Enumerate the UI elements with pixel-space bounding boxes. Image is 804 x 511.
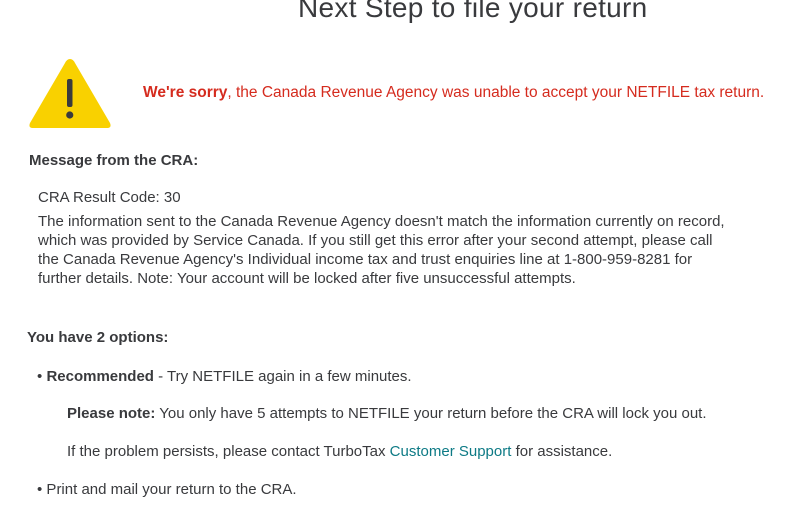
error-emphasis: We're sorry xyxy=(143,84,228,101)
persists-text-before: If the problem persists, please contact … xyxy=(67,443,390,460)
warning-icon xyxy=(29,59,111,128)
error-text: , the Canada Revenue Agency was unable t… xyxy=(227,84,765,101)
problem-persists-note: If the problem persists, please contact … xyxy=(67,443,612,460)
cra-message-heading: Message from the CRA: xyxy=(29,152,199,169)
page-title: Next Step to file your return xyxy=(298,0,648,23)
option-print-mail-text: Print and mail your return to the CRA. xyxy=(42,481,297,498)
bullet: • xyxy=(37,368,43,385)
customer-support-link[interactable]: Customer Support xyxy=(390,443,512,460)
error-message: We're sorry, the Canada Revenue Agency w… xyxy=(143,84,764,102)
option-print-mail: • Print and mail your return to the CRA. xyxy=(37,481,297,498)
options-heading: You have 2 options: xyxy=(27,329,169,346)
option-recommended-text: - Try NETFILE again in a few minutes. xyxy=(153,368,412,385)
please-note-label: Please note: xyxy=(67,405,156,422)
option-recommended-label: Recommended xyxy=(46,368,154,385)
option-recommended: • Recommended - Try NETFILE again in a f… xyxy=(37,368,412,385)
persists-text-after: for assistance. xyxy=(511,443,613,460)
cra-message-body: The information sent to the Canada Reven… xyxy=(38,213,725,287)
please-note: Please note: You only have 5 attempts to… xyxy=(67,405,707,422)
please-note-text: You only have 5 attempts to NETFILE your… xyxy=(155,405,707,422)
cra-result-code: CRA Result Code: 30 xyxy=(38,189,181,206)
